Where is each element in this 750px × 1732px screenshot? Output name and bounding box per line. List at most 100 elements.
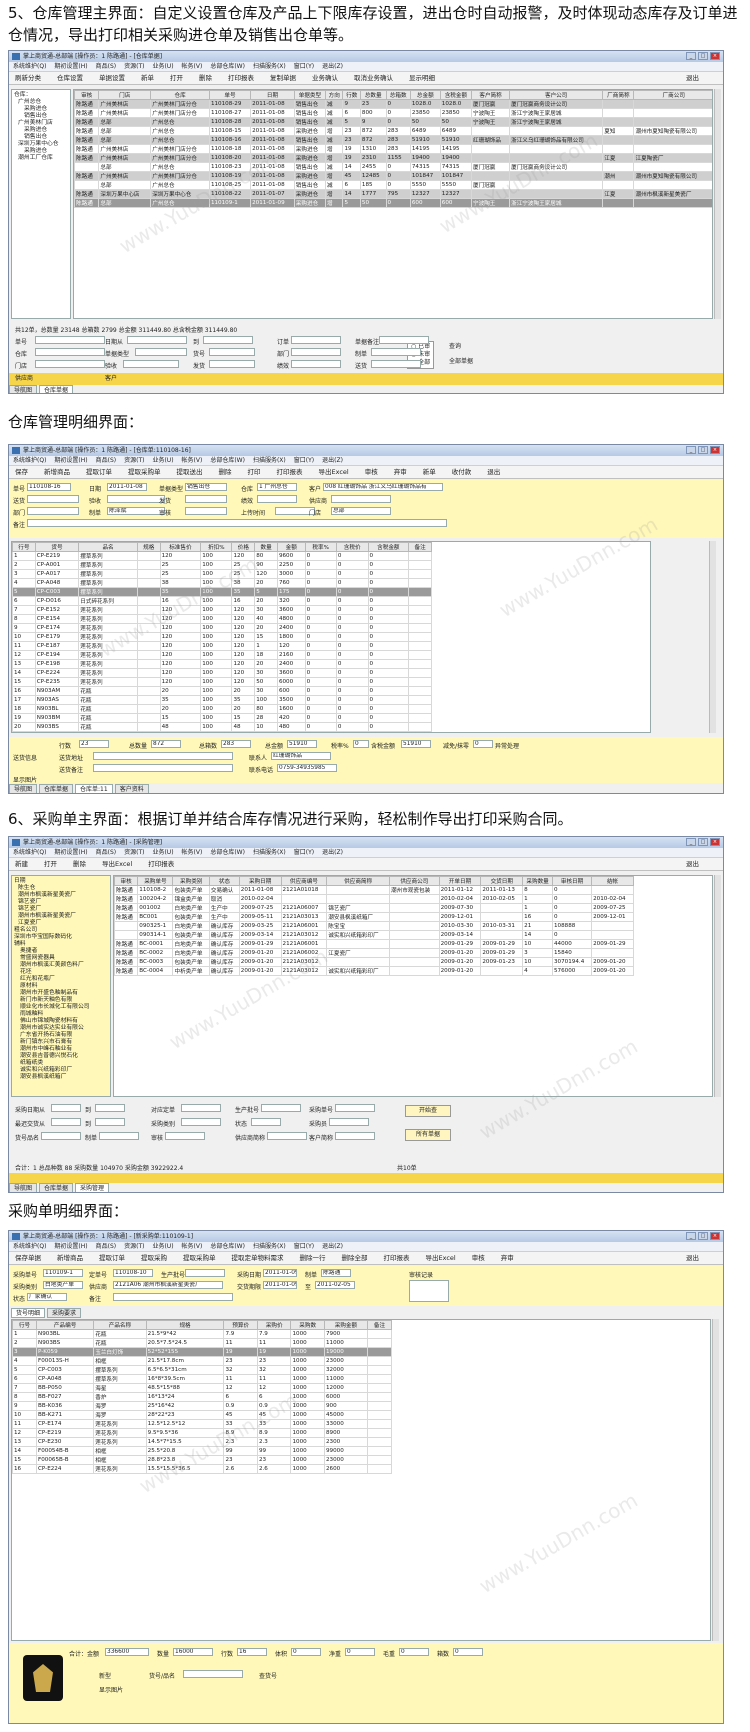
- table-row[interactable]: 9 BB-K036 海罗 25*16*42 0.9 0.9 1000 900: [12, 1401, 393, 1411]
- tab[interactable]: 导航图: [9, 784, 38, 793]
- filter-input[interactable]: [203, 336, 253, 344]
- table-row[interactable]: 2 N903BS 花瓶 20.5*7.5*24.5 11 11 1000 11000: [12, 1338, 393, 1348]
- menu-item[interactable]: 商品(S): [96, 849, 117, 856]
- column-header[interactable]: 采购数: [290, 1320, 325, 1330]
- toolbar-button[interactable]: 新单: [423, 468, 436, 476]
- toolbar-button[interactable]: 打开: [170, 74, 183, 82]
- tree-node[interactable]: 新门镇东兴市石膏有: [14, 1039, 108, 1046]
- menu-item[interactable]: 退出(Z): [322, 849, 343, 856]
- column-header[interactable]: 总箱数: [385, 90, 411, 100]
- tree-node[interactable]: 粗名公司: [14, 927, 108, 934]
- column-header[interactable]: 采购数量: [522, 876, 553, 886]
- purchase-order-table[interactable]: 审核 采购单号 采购类别 状态 采购日期 供应商编号 供应商简称 供应商公司 开单日期 交货日期采…: [114, 876, 634, 976]
- tab[interactable]: 导航图: [9, 1183, 38, 1192]
- tree-node[interactable]: 深圳万果中心仓: [14, 141, 68, 148]
- toolbar-button[interactable]: 提取采购单: [128, 468, 161, 476]
- table-row[interactable]: 总部 广州总仓 110108-25 2011-01-08 销售出仓减 6 185 0 5550 5…: [74, 180, 712, 190]
- tab[interactable]: 采购管理: [75, 1183, 110, 1192]
- toolbar-button[interactable]: 仓库设置: [57, 74, 83, 82]
- table-row[interactable]: 总部 广州总仓 110108-23 2011-01-08 销售出仓减 14 2455 0 743…: [74, 162, 712, 172]
- menu-item[interactable]: 退出(Z): [322, 457, 343, 464]
- column-header[interactable]: 状态: [208, 876, 240, 886]
- column-header[interactable]: 备注: [366, 1320, 393, 1330]
- field-input[interactable]: [27, 519, 447, 527]
- supplier-tree[interactable]: 日期 陈生仓 潮州市枫溪新星美瓷厂 锦艺瓷厂 锦艺瓷厂 潮州市枫溪新星美瓷厂 江夏瓷厂 粗名公…: [11, 875, 111, 1097]
- menu-item[interactable]: 业务(U): [152, 849, 173, 856]
- column-header[interactable]: 开单日期: [438, 876, 482, 886]
- tree-node[interactable]: 诚实和兴纸箱彩印厂: [14, 1067, 108, 1074]
- column-header[interactable]: 单号: [208, 90, 252, 100]
- show-image-checkbox[interactable]: 显示图片: [99, 1685, 123, 1694]
- table-row[interactable]: 21N903C花瓶25100255125000: [12, 731, 432, 732]
- field-input[interactable]: 283: [221, 740, 251, 748]
- show-image-checkbox[interactable]: 显示图片: [13, 775, 37, 784]
- table-row[interactable]: 5 CP-C003 摆草系列 6.5*6.5*31cm 32 32 1000 32000: [12, 1365, 393, 1375]
- filter-input[interactable]: [371, 348, 421, 356]
- menu-item[interactable]: 帐务(V): [182, 63, 203, 70]
- table-row[interactable]: 陈路通 BC-0004 中析类产单 确认库存 2009-01-20 2121A03012 诚…: [114, 966, 634, 976]
- start-search-button[interactable]: 开始查: [405, 1105, 451, 1117]
- field-input[interactable]: [93, 764, 233, 772]
- table-row[interactable]: 1 CP-E219 摆草系列 120 100 120 80 9600 0 0 0: [12, 551, 432, 561]
- table-row[interactable]: 陈路通 001002 白地类产单 生产中 2009-07-25 2121A06007 锦艺瓷…: [114, 903, 634, 913]
- menu-item[interactable]: 资源(T): [124, 457, 144, 464]
- tree-node[interactable]: 采购进仓: [14, 148, 68, 155]
- filter-input[interactable]: [135, 348, 187, 356]
- toolbar-button[interactable]: 打开: [44, 860, 57, 868]
- column-header[interactable]: 规格: [145, 1320, 225, 1330]
- table-row[interactable]: 1 N903BL 花瓶 21.5*9*42 7.9 7.9 1000 7900: [12, 1329, 393, 1339]
- tree-node[interactable]: 深圳市华宝国际数码化: [14, 934, 108, 941]
- table-row[interactable]: 陈路通 广州美林店 广州美林门店分仓 110108-29 2011-01-08 销售出仓减…: [74, 99, 712, 109]
- filter-input[interactable]: [291, 348, 341, 356]
- column-header[interactable]: 产品名称: [93, 1320, 147, 1330]
- menu-item[interactable]: 期初设置(H): [54, 1243, 87, 1250]
- menu-item[interactable]: 系统维护(Q): [13, 457, 46, 464]
- field-input[interactable]: 厂家确认: [27, 1293, 67, 1301]
- field-input[interactable]: 销售出仓: [185, 483, 227, 491]
- field-input[interactable]: 白地类产单: [43, 1281, 83, 1289]
- field-input[interactable]: 1 广州总仓: [257, 483, 297, 491]
- column-header[interactable]: 仓库: [150, 90, 210, 100]
- filter-input[interactable]: [209, 348, 255, 356]
- warehouse-bill-table[interactable]: 审核 门店 仓库 单号 日期 单据类型 方向 行数 总数量 总箱数 总金额 含税金额 客户简称 客户公司厂…: [74, 90, 712, 208]
- field-input[interactable]: 陈路通: [321, 1269, 351, 1277]
- tree-node[interactable]: 红光和花瓶厂: [14, 976, 108, 983]
- tab[interactable]: 货号明细: [11, 1308, 46, 1318]
- field-input[interactable]: 51910: [401, 740, 431, 748]
- table-row[interactable]: 6 CP-D016 日式碎花系列 16 100 16 20 320 0 0 0: [12, 596, 432, 606]
- filter-input[interactable]: [51, 1118, 81, 1126]
- field-input[interactable]: 0: [291, 1648, 321, 1656]
- tree-node[interactable]: 江夏瓷厂: [14, 920, 108, 927]
- table-row[interactable]: 陈路通 深圳万果中心店 深圳万果中心仓 110108-22 2011-01-07 采购进仓…: [74, 189, 712, 199]
- table-row[interactable]: 090325-1 白地类产单 确认库存 2009-03-25 2121A06001 陈宝宝…: [114, 921, 634, 931]
- field-input[interactable]: 2011-01-09: [263, 1269, 297, 1277]
- filter-input[interactable]: [291, 360, 341, 368]
- toolbar-button[interactable]: 导出Excel: [426, 1254, 456, 1262]
- field-input[interactable]: 0759-34935985: [277, 764, 337, 772]
- menu-item[interactable]: 总部仓库(W): [210, 849, 245, 856]
- query-button[interactable]: 查询: [449, 341, 461, 350]
- menu-item[interactable]: 期初设置(H): [54, 63, 87, 70]
- field-input[interactable]: 0: [353, 740, 369, 748]
- column-header[interactable]: 折扣%: [200, 542, 233, 552]
- menu-item[interactable]: 帐务(V): [182, 1243, 203, 1250]
- table-row[interactable]: 陈路通 BC-0001 白地类产单 确认库存 2009-01-29 2121A06001 2…: [114, 939, 634, 949]
- minimize-icon[interactable]: _: [686, 446, 696, 454]
- column-header[interactable]: 产品编号: [36, 1320, 95, 1330]
- field-input[interactable]: 2011-02-05: [315, 1281, 355, 1289]
- field-input[interactable]: 2011-01-09: [263, 1281, 297, 1289]
- filter-input[interactable]: [251, 1118, 281, 1126]
- exit-button[interactable]: 退出: [686, 72, 699, 85]
- maximize-icon[interactable]: □: [698, 838, 708, 846]
- filter-input[interactable]: [35, 336, 105, 344]
- toolbar-button[interactable]: 保存: [15, 468, 28, 476]
- find-code-button[interactable]: 查货号: [259, 1671, 277, 1680]
- toolbar-button[interactable]: 审核: [365, 468, 378, 476]
- toolbar-button[interactable]: 新增商品: [57, 1254, 83, 1262]
- table-row[interactable]: 3 P-K059 玉兰白灯饰 52*52*155 19 19 1000 19000: [12, 1347, 393, 1357]
- column-header[interactable]: 审核: [114, 876, 139, 886]
- tab[interactable]: 客户资料: [114, 784, 149, 793]
- tree-node[interactable]: 锦艺瓷厂: [14, 906, 108, 913]
- field-input[interactable]: 336600: [105, 1648, 149, 1656]
- column-header[interactable]: 含税价: [335, 542, 369, 552]
